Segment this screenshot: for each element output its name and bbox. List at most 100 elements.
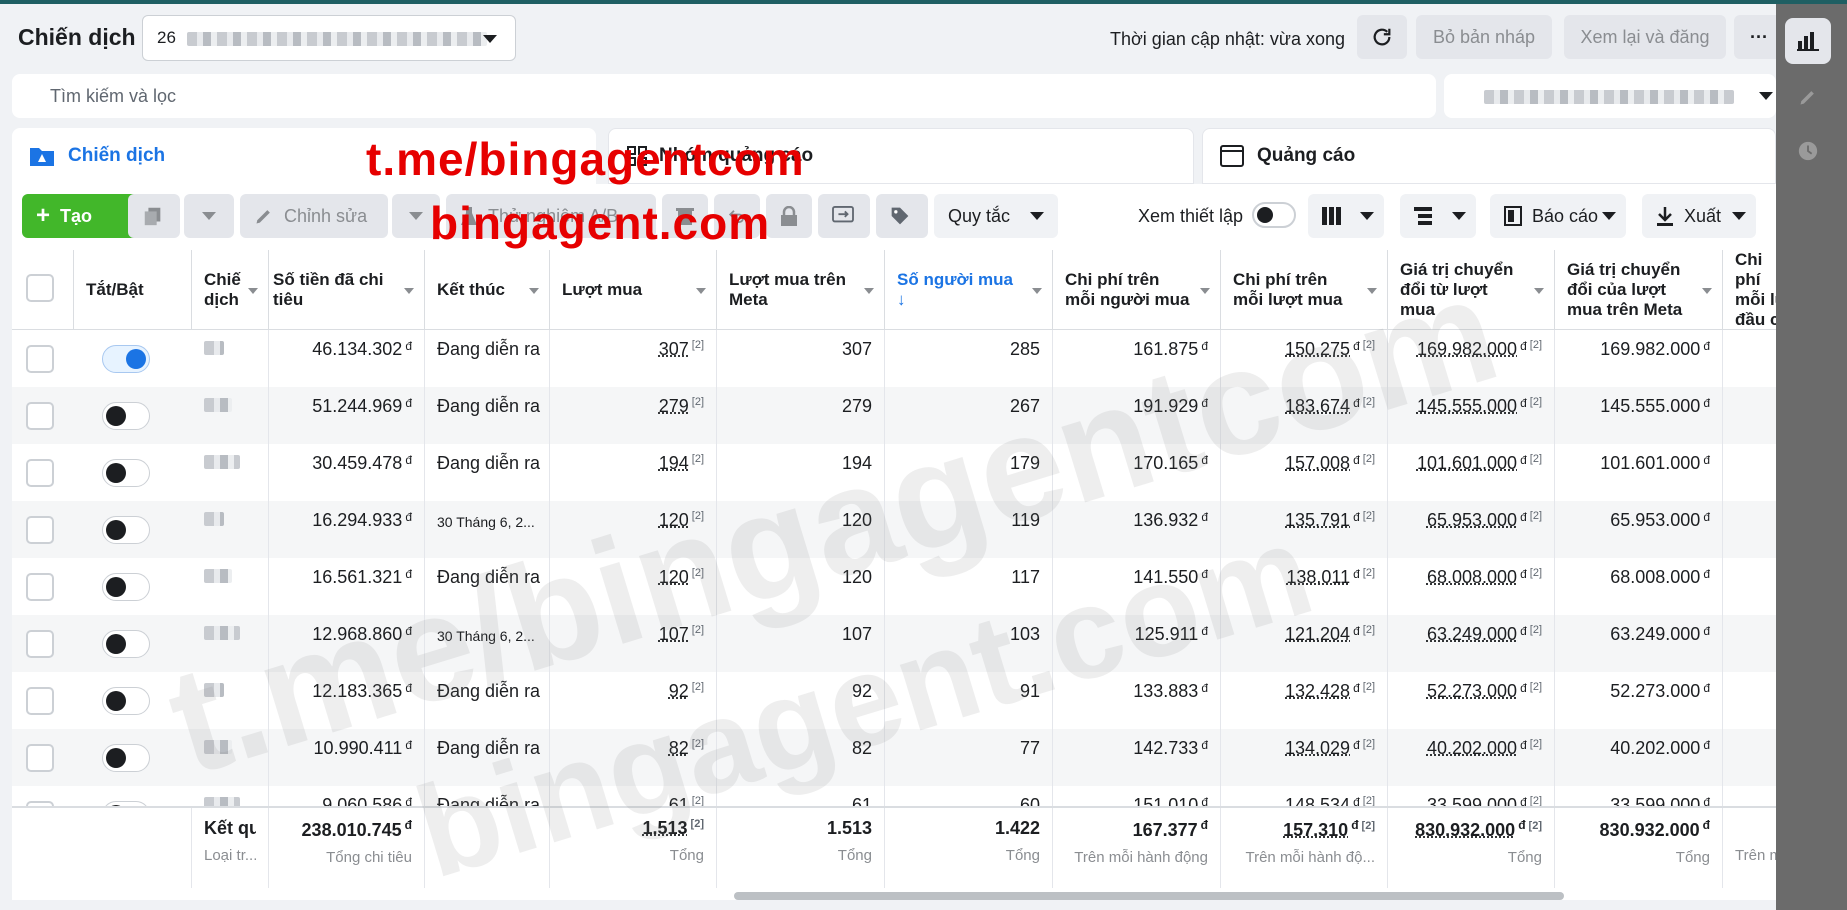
footnote-marker[interactable]: [2] bbox=[1530, 681, 1542, 693]
purchases-cell[interactable]: 194 [2] bbox=[550, 444, 717, 501]
charts-panel-button[interactable] bbox=[1785, 18, 1831, 64]
col-toggle[interactable]: Tắt/Bật bbox=[74, 250, 192, 330]
table-row[interactable]: 10.990.411 đ Đang diễn ra 82 [2] 82 77 142.733 đ… bbox=[12, 729, 1776, 786]
purchases-cell[interactable]: 120 [2] bbox=[550, 558, 717, 615]
footnote-marker[interactable]: [2] bbox=[1363, 510, 1375, 522]
purchases-cell[interactable]: 279 [2] bbox=[550, 387, 717, 444]
footnote-marker[interactable]: [2] bbox=[1363, 681, 1375, 693]
tab-ads[interactable]: Quảng cáo bbox=[1202, 128, 1776, 184]
footnote-marker[interactable]: [2] bbox=[1363, 339, 1375, 351]
table-row[interactable]: 16.294.933 đ 30 Tháng 6, 2... 120 [2] 120 119 1… bbox=[12, 501, 1776, 558]
horizontal-scrollbar[interactable] bbox=[734, 892, 1564, 900]
table-row[interactable]: 16.561.321 đ Đang diễn ra 120 [2] 120 117 141.5… bbox=[12, 558, 1776, 615]
row-checkbox[interactable] bbox=[26, 402, 54, 430]
footnote-marker[interactable]: [2] bbox=[1530, 624, 1542, 636]
footnote-marker[interactable]: [2] bbox=[692, 567, 704, 579]
campaign-name-cell[interactable] bbox=[192, 444, 269, 501]
date-range-selector[interactable] bbox=[1444, 74, 1776, 118]
cost-per-purchase-cell[interactable]: 157.008 đ [2] bbox=[1221, 444, 1388, 501]
rules-button[interactable]: Quy tắc bbox=[934, 194, 1058, 238]
campaign-name-cell[interactable] bbox=[192, 330, 269, 387]
conv-value-cell[interactable]: 52.273.000 đ [2] bbox=[1388, 672, 1555, 729]
col-conv-value[interactable]: Giá trị chuyển đổi từ lượt mua bbox=[1388, 250, 1555, 330]
cost-per-purchase-cell[interactable]: 121.204 đ [2] bbox=[1221, 615, 1388, 672]
campaign-name-cell[interactable] bbox=[192, 615, 269, 672]
campaign-name-cell[interactable] bbox=[192, 501, 269, 558]
cost-per-purchase-cell[interactable]: 138.011 đ [2] bbox=[1221, 558, 1388, 615]
row-toggle[interactable] bbox=[102, 573, 150, 601]
footnote-marker[interactable]: [2] bbox=[1529, 820, 1542, 832]
campaign-name-cell[interactable] bbox=[192, 387, 269, 444]
purchases-cell[interactable]: 82 [2] bbox=[550, 729, 717, 786]
col-spent[interactable]: Số tiền đã chi tiêu bbox=[269, 250, 425, 330]
footnote-marker[interactable]: [2] bbox=[692, 453, 704, 465]
edit-panel-button[interactable] bbox=[1785, 74, 1831, 120]
conv-value-cell[interactable]: 68.008.000 đ [2] bbox=[1388, 558, 1555, 615]
row-checkbox[interactable] bbox=[26, 630, 54, 658]
cost-per-purchase-cell[interactable]: 150.275 đ [2] bbox=[1221, 330, 1388, 387]
footnote-marker[interactable]: [2] bbox=[691, 818, 704, 830]
view-setup-toggle[interactable] bbox=[1252, 202, 1296, 228]
footnote-marker[interactable]: [2] bbox=[1363, 453, 1375, 465]
footnote-marker[interactable]: [2] bbox=[1530, 453, 1542, 465]
compare-button[interactable] bbox=[818, 194, 870, 238]
breakdown-button[interactable] bbox=[1400, 194, 1476, 238]
col-buyers[interactable]: Số người mua ↓ bbox=[885, 250, 1053, 330]
row-toggle[interactable] bbox=[102, 345, 150, 373]
row-toggle[interactable] bbox=[102, 630, 150, 658]
row-checkbox[interactable] bbox=[26, 459, 54, 487]
lock-button[interactable] bbox=[766, 194, 812, 238]
footnote-marker[interactable]: [2] bbox=[1363, 738, 1375, 750]
search-input[interactable] bbox=[12, 74, 1436, 118]
history-panel-button[interactable] bbox=[1785, 128, 1831, 174]
duplicate-menu-button[interactable] bbox=[184, 194, 234, 238]
table-row[interactable]: 46.134.302 đ Đang diễn ra 307 [2] 307 285 161.8… bbox=[12, 330, 1776, 387]
footnote-marker[interactable]: [2] bbox=[692, 681, 704, 693]
purchases-cell[interactable]: 92 [2] bbox=[550, 672, 717, 729]
row-toggle[interactable] bbox=[102, 744, 150, 772]
cost-per-purchase-cell[interactable]: 183.674 đ [2] bbox=[1221, 387, 1388, 444]
col-campaign[interactable]: Chiế dịch bbox=[192, 250, 269, 330]
footnote-marker[interactable]: [2] bbox=[1530, 510, 1542, 522]
table-row[interactable]: 12.968.860 đ 30 Tháng 6, 2... 107 [2] 107 103 1… bbox=[12, 615, 1776, 672]
conv-value-cell[interactable]: 145.555.000 đ [2] bbox=[1388, 387, 1555, 444]
row-toggle[interactable] bbox=[102, 516, 150, 544]
duplicate-button[interactable] bbox=[128, 194, 180, 238]
refresh-button[interactable] bbox=[1357, 15, 1407, 59]
footnote-marker[interactable]: [2] bbox=[692, 624, 704, 636]
conv-value-cell[interactable]: 101.601.000 đ [2] bbox=[1388, 444, 1555, 501]
export-button[interactable]: Xuất bbox=[1642, 194, 1756, 238]
table-row[interactable]: 12.183.365 đ Đang diễn ra 92 [2] 92 91 133.883 đ… bbox=[12, 672, 1776, 729]
table-row[interactable]: 30.459.478 đ Đang diễn ra 194 [2] 194 179 170.1… bbox=[12, 444, 1776, 501]
edit-button[interactable]: Chỉnh sửa bbox=[240, 194, 388, 238]
row-checkbox[interactable] bbox=[26, 744, 54, 772]
row-checkbox[interactable] bbox=[26, 516, 54, 544]
campaign-name-cell[interactable] bbox=[192, 672, 269, 729]
select-all-checkbox[interactable] bbox=[26, 274, 54, 302]
cost-per-purchase-cell[interactable]: 135.791 đ [2] bbox=[1221, 501, 1388, 558]
col-cost-per-buyer[interactable]: Chi phí trên mỗi người mua bbox=[1053, 250, 1221, 330]
footnote-marker[interactable]: [2] bbox=[692, 510, 704, 522]
campaign-name-cell[interactable] bbox=[192, 729, 269, 786]
conv-value-cell[interactable]: 169.982.000 đ [2] bbox=[1388, 330, 1555, 387]
row-toggle[interactable] bbox=[102, 402, 150, 430]
footnote-marker[interactable]: [2] bbox=[692, 339, 704, 351]
footnote-marker[interactable]: [2] bbox=[1530, 339, 1542, 351]
cost-per-purchase-cell[interactable]: 134.029 đ [2] bbox=[1221, 729, 1388, 786]
purchases-cell[interactable]: 120 [2] bbox=[550, 501, 717, 558]
row-toggle[interactable] bbox=[102, 687, 150, 715]
conv-value-cell[interactable]: 65.953.000 đ [2] bbox=[1388, 501, 1555, 558]
purchases-cell[interactable]: 107 [2] bbox=[550, 615, 717, 672]
footnote-marker[interactable]: [2] bbox=[1363, 624, 1375, 636]
campaign-name-cell[interactable] bbox=[192, 558, 269, 615]
row-checkbox[interactable] bbox=[26, 687, 54, 715]
reports-button[interactable]: Báo cáo bbox=[1490, 194, 1626, 238]
campaign-selector[interactable]: 26 bbox=[142, 15, 516, 61]
footnote-marker[interactable]: [2] bbox=[1530, 738, 1542, 750]
review-publish-button[interactable]: Xem lại và đăng bbox=[1564, 15, 1726, 59]
col-cost-per-purchase[interactable]: Chi phí trên mỗi lượt mua bbox=[1221, 250, 1388, 330]
footnote-marker[interactable]: [2] bbox=[1530, 567, 1542, 579]
col-purchases[interactable]: Lượt mua bbox=[550, 250, 717, 330]
footnote-marker[interactable]: [2] bbox=[692, 396, 704, 408]
conv-value-cell[interactable]: 40.202.000 đ [2] bbox=[1388, 729, 1555, 786]
